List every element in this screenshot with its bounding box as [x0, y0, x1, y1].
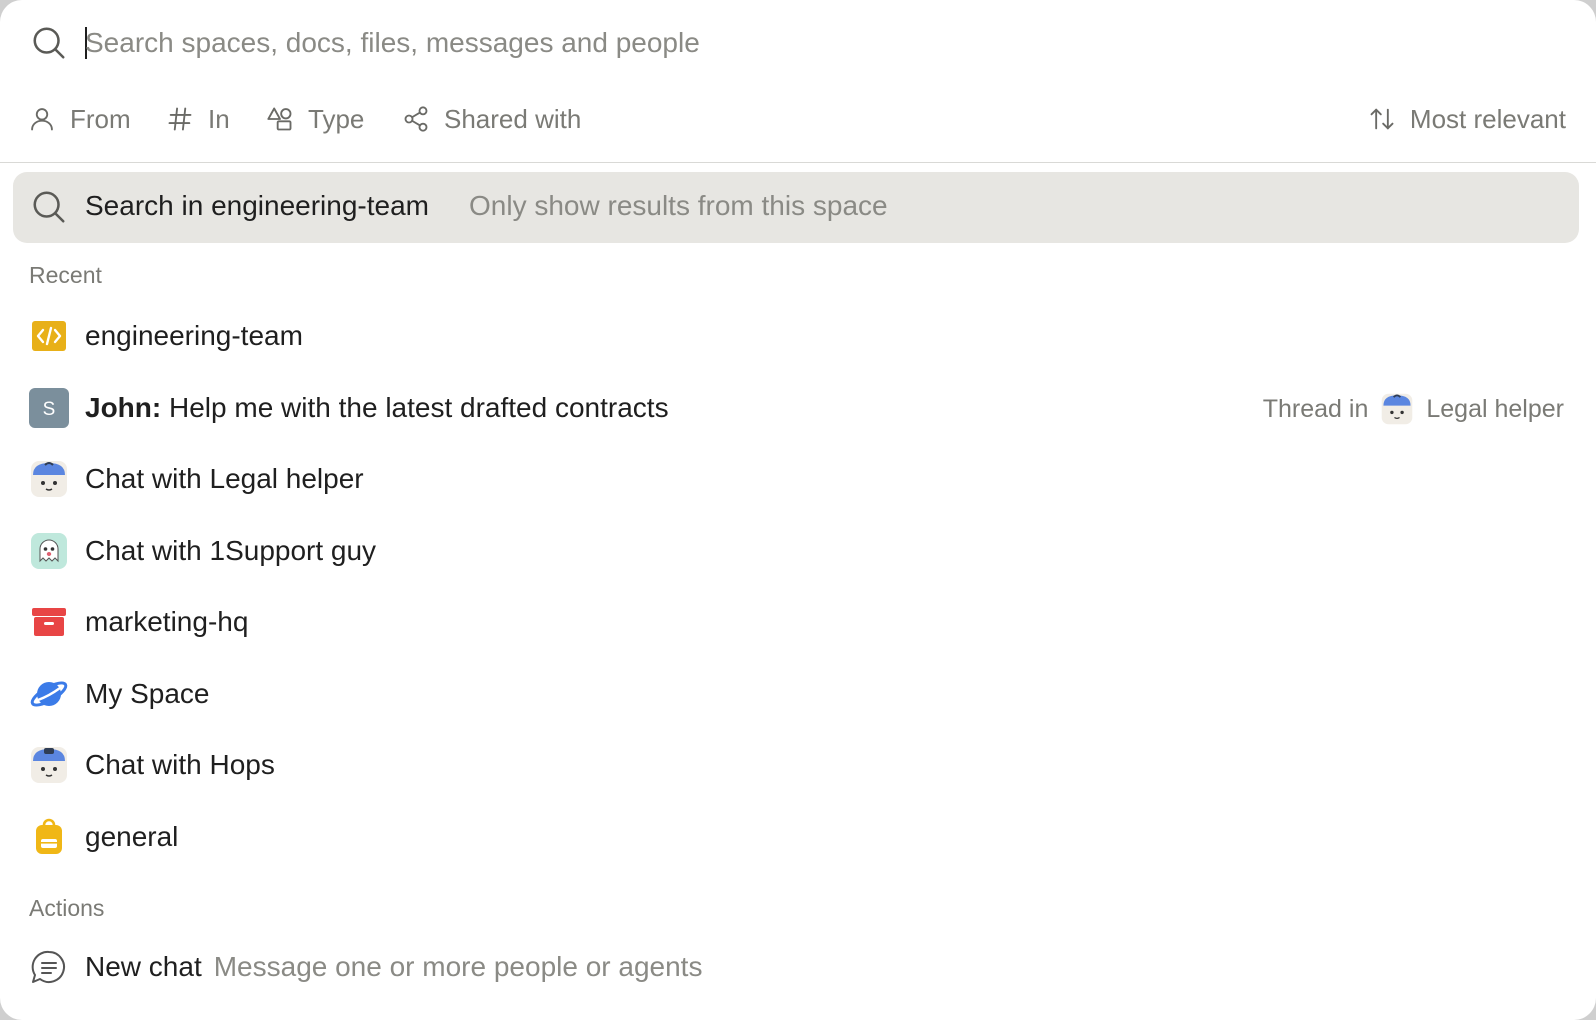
ghost-avatar-icon: [31, 533, 67, 569]
list-item-general[interactable]: general: [0, 801, 1596, 873]
thread-space-name: Legal helper: [1426, 394, 1564, 423]
legal-helper-avatar-icon: [1382, 393, 1413, 425]
list-item-label: Chat with Legal helper: [85, 463, 364, 494]
shapes-icon: [267, 107, 292, 131]
actions-heading: Actions: [29, 895, 105, 921]
list-item-label: Chat with Hops: [85, 749, 275, 780]
list-item-marketing-hq[interactable]: marketing-hq: [0, 586, 1596, 658]
list-item-engineering-team[interactable]: engineering-team: [0, 300, 1596, 372]
legal-helper-avatar-icon: [31, 461, 67, 497]
new-chat-label: New chat: [85, 951, 202, 982]
thread-text: John: Help me with the latest drafted co…: [85, 392, 669, 424]
search-input[interactable]: [85, 18, 1525, 68]
sort-button[interactable]: Most relevant: [1368, 94, 1566, 144]
list-item-my-space[interactable]: My Space: [0, 658, 1596, 730]
list-item-label: general: [85, 821, 179, 852]
new-chat-hint: Message one or more people or agents: [213, 951, 703, 982]
avatar: S: [29, 388, 69, 428]
list-item-label: engineering-team: [85, 320, 303, 351]
chat-bubble-icon: [31, 950, 65, 983]
list-item-label: My Space: [85, 678, 210, 709]
new-chat-text: New chat Message one or more people or ag…: [85, 951, 702, 983]
thread-author: John:: [85, 392, 162, 423]
list-item-chat-hops[interactable]: Chat with Hops: [0, 729, 1596, 801]
list-item-chat-legal-helper[interactable]: Chat with Legal helper: [0, 443, 1596, 515]
search-icon: [33, 191, 65, 223]
divider: [0, 162, 1596, 163]
recent-heading: Recent: [29, 262, 102, 288]
filter-type-label: Type: [308, 103, 365, 134]
hash-icon: [168, 107, 192, 131]
list-item-label: marketing-hq: [85, 606, 249, 637]
filter-shared-with-label: Shared with: [444, 103, 582, 134]
backpack-icon: [36, 818, 62, 854]
filter-in-button[interactable]: In: [166, 94, 230, 144]
thread-in-label: Thread in: [1262, 394, 1369, 423]
filter-from-button[interactable]: From: [28, 94, 131, 144]
search-dialog: From In Type Shared with Most relevant: [0, 0, 1596, 1020]
search-bar: [0, 0, 1596, 86]
list-item-label: Chat with 1Support guy: [85, 535, 377, 566]
code-icon: [32, 321, 66, 351]
planet-icon: [30, 681, 68, 707]
search-icon: [33, 27, 65, 59]
new-chat-action[interactable]: New chat Message one or more people or ag…: [0, 931, 1596, 1003]
filter-shared-with-button[interactable]: Shared with: [402, 94, 581, 144]
search-in-space-option[interactable]: Search in engineering-team Only show res…: [13, 172, 1579, 243]
share-icon: [404, 106, 428, 132]
thread-title: Help me with the latest drafted contract…: [169, 392, 669, 423]
search-in-space-hint: Only show results from this space: [469, 190, 888, 221]
filter-bar: From In Type Shared with Most relevant: [0, 94, 1596, 144]
list-item-thread[interactable]: S John: Help me with the latest drafted …: [0, 372, 1596, 444]
sort-label: Most relevant: [1409, 103, 1566, 134]
search-in-space-label: Search in engineering-team: [85, 190, 429, 221]
thread-location: Thread in Legal helper: [1263, 392, 1564, 426]
person-icon: [31, 108, 53, 131]
sort-arrows-icon: [1370, 108, 1394, 130]
filter-in-label: In: [208, 103, 230, 134]
list-item-chat-support-guy[interactable]: Chat with 1Support guy: [0, 515, 1596, 587]
filter-type-button[interactable]: Type: [266, 94, 364, 144]
filter-from-label: From: [70, 103, 131, 134]
archive-box-icon: [32, 608, 66, 636]
avatar-letter: S: [43, 399, 56, 420]
hops-avatar-icon: [31, 747, 67, 783]
